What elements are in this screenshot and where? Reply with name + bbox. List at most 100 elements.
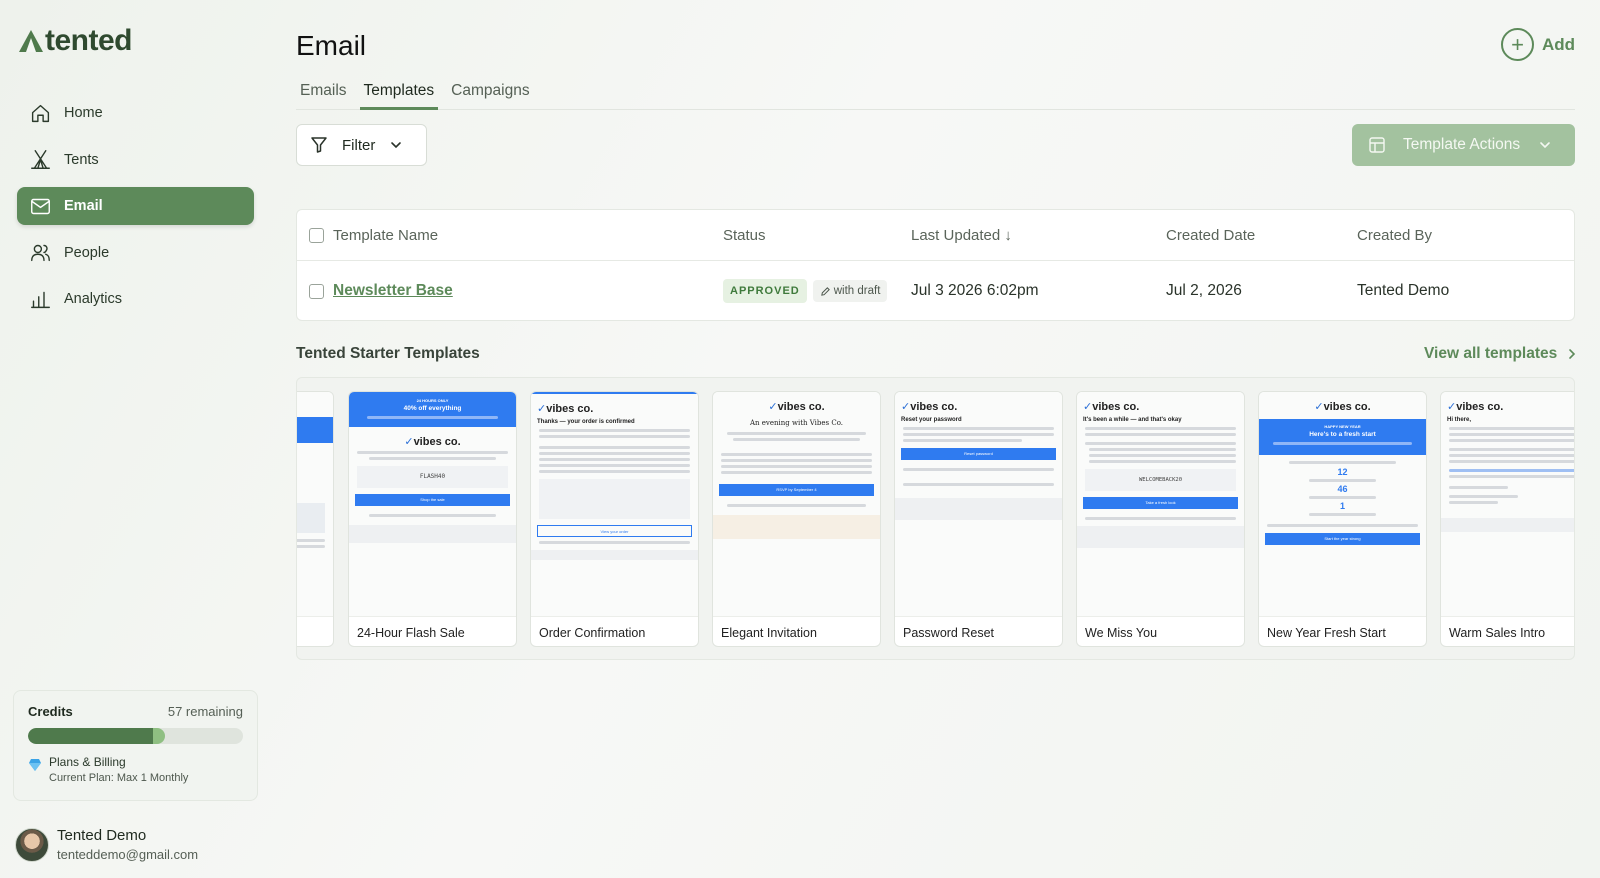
sidebar: tented Home Tents Email People Analytics… bbox=[0, 0, 270, 878]
sidebar-item-home[interactable]: Home bbox=[17, 94, 254, 132]
template-preview: ✓vibes co. It's been a while — and that'… bbox=[1077, 392, 1244, 616]
template-card-name: New Year Fresh Start bbox=[1259, 616, 1426, 646]
preview-logo: ✓vibes co. bbox=[537, 403, 594, 415]
preview-band-top: 24 HOURS ONLY bbox=[416, 398, 449, 403]
preview-logo: ✓vibes co. bbox=[404, 436, 461, 448]
tent-icon bbox=[29, 149, 51, 171]
select-all-checkbox[interactable] bbox=[309, 227, 324, 243]
draft-label: with draft bbox=[833, 285, 881, 297]
filter-label: Filter bbox=[342, 136, 376, 154]
preview-number: 12 bbox=[1337, 467, 1348, 477]
column-header-last-updated[interactable]: Last Updated ↓ bbox=[911, 210, 1012, 260]
preview-heading: Hi there, bbox=[1447, 417, 1472, 423]
template-card-name: Elegant Invitation bbox=[713, 616, 880, 646]
sidebar-nav: Home Tents Email People Analytics bbox=[17, 94, 254, 327]
sidebar-item-email[interactable]: Email bbox=[17, 187, 254, 225]
template-card-elegant-invitation[interactable]: ✓vibes co. An evening with Vibes Co. RSV… bbox=[712, 391, 881, 647]
template-preview: ✓vibes co. Thanks — your order is confir… bbox=[531, 392, 698, 616]
user-name: Tented Demo bbox=[57, 827, 147, 844]
user-email: tenteddemo@gmail.com bbox=[57, 847, 199, 862]
template-card-we-miss-you[interactable]: ✓vibes co. It's been a while — and that'… bbox=[1076, 391, 1245, 647]
template-card-flash-sale[interactable]: 24 HOURS ONLY 40% off everything ✓vibes … bbox=[348, 391, 517, 647]
template-card-partial[interactable] bbox=[297, 391, 334, 647]
bar-chart-icon bbox=[29, 288, 51, 310]
chevron-down-icon bbox=[1540, 142, 1550, 149]
plans-billing-link[interactable]: Plans & Billing Current Plan: Max 1 Mont… bbox=[28, 755, 243, 784]
billing-plan: Current Plan: Max 1 Monthly bbox=[49, 772, 189, 784]
preview-logo: ✓vibes co. bbox=[768, 401, 825, 413]
column-header-template-name[interactable]: Template Name bbox=[333, 210, 438, 260]
template-card-name: Order Confirmation bbox=[531, 616, 698, 646]
template-card-name: Password Reset bbox=[895, 616, 1062, 646]
filter-button[interactable]: Filter bbox=[296, 124, 427, 166]
preview-logo: ✓vibes co. bbox=[901, 401, 958, 413]
user-profile[interactable]: Tented Demo tenteddemo@gmail.com bbox=[15, 827, 198, 862]
last-updated-value: Jul 3 2026 6:02pm bbox=[911, 282, 1039, 299]
sidebar-item-tents[interactable]: Tents bbox=[17, 141, 254, 179]
template-preview: ✓vibes co. HAPPY NEW YEAR Here's to a fr… bbox=[1259, 392, 1426, 616]
created-date-value: Jul 2, 2026 bbox=[1166, 282, 1242, 299]
tent-logo-icon bbox=[19, 30, 43, 52]
preview-code: FLASH40 bbox=[357, 466, 508, 488]
preview-band-main: Here's to a fresh start bbox=[1309, 431, 1376, 438]
sidebar-item-label: People bbox=[64, 244, 110, 261]
brand-logo[interactable]: tented bbox=[18, 24, 133, 58]
preview-button: Start the year strong bbox=[1265, 533, 1420, 545]
preview-heading: Thanks — your order is confirmed bbox=[537, 419, 635, 425]
preview-heading: Reset your password bbox=[901, 417, 962, 423]
column-header-created-by[interactable]: Created By bbox=[1357, 210, 1432, 260]
add-button[interactable]: + Add bbox=[1501, 28, 1575, 61]
table-row[interactable]: Newsletter Base APPROVED with draft Jul … bbox=[297, 261, 1574, 321]
tab-templates[interactable]: Templates bbox=[359, 78, 439, 110]
billing-title: Plans & Billing bbox=[49, 755, 126, 769]
tab-campaigns[interactable]: Campaigns bbox=[447, 78, 533, 110]
sidebar-item-analytics[interactable]: Analytics bbox=[17, 280, 254, 318]
avatar bbox=[15, 827, 49, 862]
row-checkbox[interactable] bbox=[309, 283, 324, 299]
sidebar-item-label: Email bbox=[64, 198, 103, 214]
template-preview: ✓vibes co. Reset your password Reset pas… bbox=[895, 392, 1062, 616]
template-card-order-confirmation[interactable]: ✓vibes co. Thanks — your order is confir… bbox=[530, 391, 699, 647]
preview-button: Shop the sale bbox=[355, 494, 510, 506]
sidebar-item-people[interactable]: People bbox=[17, 234, 254, 272]
diamond-icon bbox=[29, 759, 41, 771]
template-card-password-reset[interactable]: ✓vibes co. Reset your password Reset pas… bbox=[894, 391, 1063, 647]
template-card-name: Warm Sales Intro bbox=[1441, 616, 1574, 646]
mail-icon bbox=[29, 195, 51, 217]
preview-band-main: 40% off everything bbox=[403, 405, 462, 412]
template-actions-label: Template Actions bbox=[1403, 136, 1521, 153]
preview-logo: ✓vibes co. bbox=[1447, 401, 1504, 413]
template-card-new-year[interactable]: ✓vibes co. HAPPY NEW YEAR Here's to a fr… bbox=[1258, 391, 1427, 647]
column-header-status[interactable]: Status bbox=[723, 210, 766, 260]
credits-panel: Credits 57 remaining Plans & Billing Cur… bbox=[13, 690, 258, 801]
chevron-right-icon bbox=[1569, 349, 1576, 359]
credits-progress-bar bbox=[28, 728, 243, 744]
template-actions-button[interactable]: Template Actions bbox=[1352, 124, 1575, 166]
credits-title: Credits bbox=[28, 704, 73, 719]
preview-logo: ✓vibes co. bbox=[1083, 401, 1140, 413]
template-preview: 24 HOURS ONLY 40% off everything ✓vibes … bbox=[349, 392, 516, 616]
template-card-warm-sales-intro[interactable]: ✓vibes co. Hi there, Warm Sales Intro bbox=[1440, 391, 1574, 647]
view-all-templates-link[interactable]: View all templates bbox=[1424, 345, 1578, 363]
column-header-created-date[interactable]: Created Date bbox=[1166, 210, 1255, 260]
add-label: Add bbox=[1542, 34, 1576, 54]
credits-progress-end bbox=[152, 728, 165, 744]
preview-button: View your order bbox=[537, 525, 692, 537]
preview-logo: ✓vibes co. bbox=[1314, 401, 1371, 413]
sidebar-item-label: Tents bbox=[64, 151, 99, 168]
tab-emails[interactable]: Emails bbox=[296, 78, 351, 110]
template-preview: ✓vibes co. An evening with Vibes Co. RSV… bbox=[713, 392, 880, 616]
credits-progress-fill bbox=[28, 728, 155, 744]
starter-templates-carousel[interactable]: 24 HOURS ONLY 40% off everything ✓vibes … bbox=[296, 377, 1575, 660]
templates-table: Template Name Status Last Updated ↓ Crea… bbox=[296, 209, 1575, 321]
template-preview: ✓vibes co. Hi there, bbox=[1441, 392, 1574, 616]
template-name-link[interactable]: Newsletter Base bbox=[333, 282, 453, 300]
people-icon bbox=[29, 242, 51, 264]
home-icon bbox=[29, 102, 51, 124]
view-all-label: View all templates bbox=[1424, 345, 1558, 362]
preview-code: WELCOMEBACK20 bbox=[1085, 469, 1236, 491]
preview-heading: An evening with Vibes Co. bbox=[749, 419, 844, 427]
plus-icon: + bbox=[1501, 28, 1534, 61]
filter-icon bbox=[311, 137, 327, 153]
status-badge: APPROVED bbox=[723, 279, 807, 303]
